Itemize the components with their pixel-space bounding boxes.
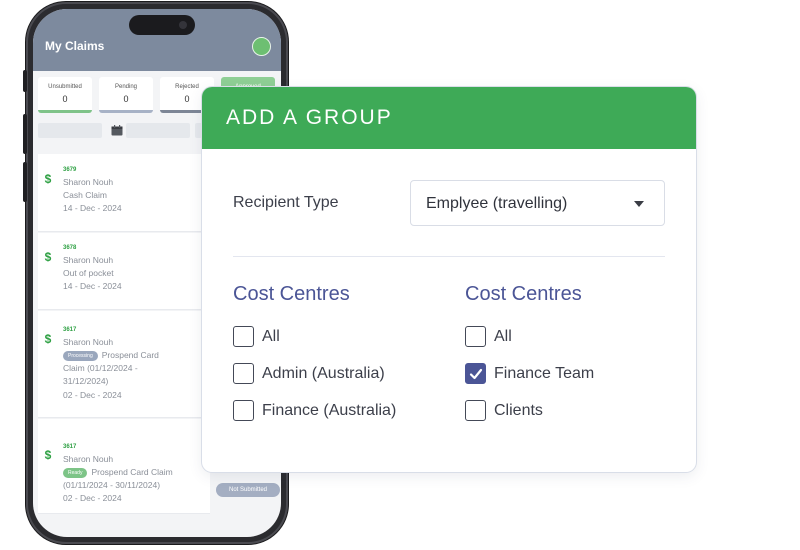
checkbox[interactable]: [233, 400, 254, 421]
claim-title: Cash Claim: [63, 190, 107, 200]
check-icon: [469, 368, 483, 380]
status-label: Unsubmitted: [48, 84, 82, 90]
checkbox-label: All: [494, 328, 512, 345]
claim-id: 3617: [63, 444, 77, 450]
dialog-title: ADD A GROUP: [226, 106, 393, 129]
claim-user: Sharon Nouh: [63, 255, 114, 265]
checkbox-item-finance-australia[interactable]: Finance (Australia): [233, 400, 453, 422]
claim-date: 02 - Dec - 2024: [63, 390, 122, 400]
checkbox-item-clients[interactable]: Clients: [465, 400, 685, 422]
status-count: 0: [123, 94, 129, 104]
phone-side-button: [23, 162, 27, 202]
date-from-field[interactable]: [38, 123, 102, 138]
list-item[interactable]: $ 3679 Sharon Nouh Cash Claim 14 - Dec -…: [38, 154, 210, 232]
calendar-icon[interactable]: [111, 125, 123, 136]
claim-title-row: Ready Prospend Card Claim: [63, 467, 173, 478]
status-card-unsubmitted[interactable]: Unsubmitted 0: [38, 77, 92, 113]
checkbox[interactable]: [465, 326, 486, 347]
checkbox-label: Finance (Australia): [262, 402, 397, 419]
checkbox[interactable]: [233, 326, 254, 347]
checkbox-label: Admin (Australia): [262, 365, 385, 382]
status-badge: Processing: [63, 350, 98, 361]
claim-id: 3617: [63, 327, 77, 333]
date-to-field[interactable]: [126, 123, 190, 138]
claim-id: 3679: [63, 167, 77, 173]
status-label: Pending: [114, 84, 138, 90]
not-submitted-button[interactable]: Not Submitted: [216, 483, 280, 497]
camera-icon: [179, 21, 187, 29]
list-item[interactable]: $ 3617 Sharon Nouh Processing Prospend Ca…: [38, 311, 210, 418]
avatar[interactable]: [252, 37, 271, 56]
claim-user: Sharon Nouh: [63, 454, 114, 464]
dollar-icon: $: [44, 172, 52, 186]
checkbox[interactable]: [465, 400, 486, 421]
dollar-icon: $: [44, 250, 52, 264]
claim-date: 14 - Dec - 2024: [63, 281, 122, 291]
claim-title: Prospend Card Claim: [91, 467, 173, 477]
status-badge: Ready: [63, 467, 88, 478]
chevron-down-icon: [634, 201, 644, 207]
cost-centres-left: Cost Centres All Admin (Australia) Finan…: [233, 283, 453, 421]
add-group-dialog: ADD A GROUP Recipient Type Emplyee (trav…: [202, 87, 696, 472]
checkbox-label: Clients: [494, 402, 543, 419]
checkbox-item-finance-team[interactable]: Finance Team: [465, 363, 685, 385]
recipient-type-value: Emplyee (travelling): [426, 195, 568, 212]
divider: [233, 256, 665, 257]
status-card-pending[interactable]: Pending 0: [99, 77, 153, 113]
claim-title: (01/11/2024 - 30/11/2024): [63, 480, 161, 490]
phone-side-button: [23, 70, 27, 92]
checkbox-label: All: [262, 328, 280, 345]
claim-title: Claim (01/12/2024 -: [63, 363, 138, 373]
claim-title: Prospend Card: [101, 350, 159, 360]
phone-side-button: [23, 114, 27, 154]
claim-date: 14 - Dec - 2024: [63, 203, 122, 213]
checkbox-checked[interactable]: [465, 363, 486, 384]
claim-id: 3678: [63, 245, 77, 251]
claim-title-row: Processing Prospend Card: [63, 350, 159, 361]
claim-user: Sharon Nouh: [63, 177, 114, 187]
checkbox[interactable]: [233, 363, 254, 384]
dialog-header: ADD A GROUP: [202, 87, 696, 149]
recipient-type-select[interactable]: Emplyee (travelling): [410, 180, 665, 226]
claim-user: Sharon Nouh: [63, 337, 114, 347]
status-count: 0: [62, 94, 68, 104]
recipient-type-label: Recipient Type: [233, 194, 339, 211]
dollar-icon: $: [44, 332, 52, 346]
checkbox-item-admin-australia[interactable]: Admin (Australia): [233, 363, 453, 385]
list-item[interactable]: $ 3617 Sharon Nouh Ready Prospend Card Cl…: [38, 419, 210, 514]
claim-date: 02 - Dec - 2024: [63, 493, 122, 503]
cost-centres-right: Cost Centres All Finance Team Clients: [465, 283, 685, 421]
checkbox-item-all[interactable]: All: [465, 326, 685, 348]
cost-centres-heading: Cost Centres: [465, 283, 582, 305]
dollar-icon: $: [44, 448, 52, 462]
checkbox-label: Finance Team: [494, 365, 595, 382]
claim-title: 31/12/2024): [63, 376, 109, 386]
app-title: My Claims: [45, 39, 105, 53]
claim-title: Out of pocket: [63, 268, 114, 278]
cost-centres-heading: Cost Centres: [233, 283, 350, 305]
checkbox-item-all[interactable]: All: [233, 326, 453, 348]
dynamic-island: [129, 15, 195, 35]
list-item[interactable]: $ 3678 Sharon Nouh Out of pocket 14 - De…: [38, 233, 210, 310]
